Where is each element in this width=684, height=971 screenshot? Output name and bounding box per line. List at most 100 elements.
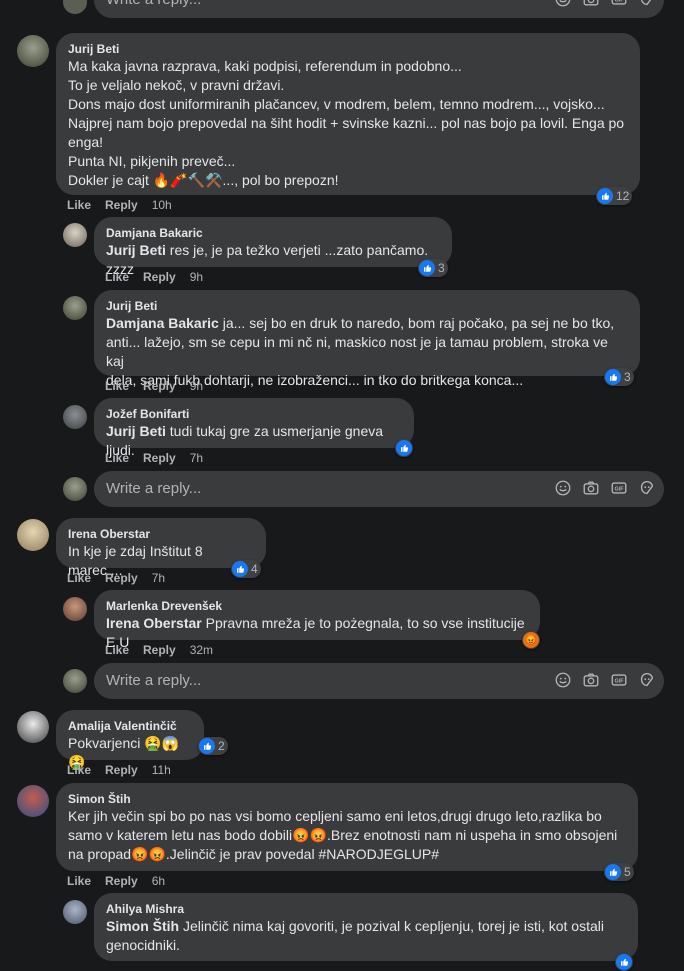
timestamp[interactable]: 9h [190,379,203,393]
angry-reaction-icon: 😡 [523,632,539,648]
emoji-icon[interactable] [554,0,572,8]
comment-actions: Like Reply 10h [67,198,186,212]
camera-icon[interactable] [582,671,600,689]
reply-author[interactable]: Jožef Bonifarti [106,406,402,422]
reply-text-line: anti... lažejo, sm se cepu in mi nč ni, … [106,334,612,369]
current-user-avatar [63,0,87,14]
like-reaction-icon [605,369,621,385]
reaction-count[interactable] [395,439,413,457]
like-button[interactable]: Like [67,571,91,585]
comment-actions: Like Reply 7h [67,571,179,585]
current-user-avatar [63,477,87,501]
reaction-count[interactable]: 2 [198,737,228,755]
avatar-amalija-valentincic[interactable] [17,711,49,743]
reaction-count[interactable]: 3 [418,259,448,277]
comment-author[interactable]: Irena Oberstar [68,526,254,542]
reply-button[interactable]: Reply [143,643,176,657]
reaction-count[interactable]: 3 [604,368,634,386]
sticker-icon[interactable] [638,671,656,689]
like-reaction-icon [419,260,435,276]
comment-bubble: Simon Štih Ker jih večin spi bo po nas v… [56,783,638,871]
timestamp[interactable]: 9h [190,270,203,284]
reply-input[interactable]: Write a reply... [94,663,664,699]
reply-author[interactable]: Damjana Bakaric [106,225,440,241]
reply-button[interactable]: Reply [105,874,138,888]
like-reaction-icon [232,561,248,577]
avatar-irena-oberstar[interactable] [17,519,49,551]
emoji-icon[interactable] [554,671,572,689]
like-button[interactable]: Like [67,763,91,777]
comment-author[interactable]: Jurij Beti [68,41,628,57]
timestamp[interactable]: 32m [190,643,213,657]
comment-text-line: na propad😡😡.Jelinčič je prav povedal #NA… [68,846,440,862]
timestamp[interactable]: 7h [190,451,203,465]
camera-icon[interactable] [582,479,600,497]
like-button[interactable]: Like [105,270,129,284]
like-button[interactable]: Like [105,379,129,393]
avatar-marlenka-drevensek[interactable] [63,597,87,621]
camera-icon[interactable] [582,0,600,8]
reply-input[interactable]: Write a reply... [94,471,664,507]
reply-button[interactable]: Reply [105,763,138,777]
reply-placeholder: Write a reply... [106,672,202,689]
reply-button[interactable]: Reply [143,451,176,465]
comment-text-line: enga! [68,134,104,150]
reply-text-line: genocidniki. [106,937,180,953]
avatar-jurij-beti[interactable] [63,296,87,320]
comment-author[interactable]: Simon Štih [68,791,626,807]
reaction-count[interactable]: 4 [231,560,261,578]
avatar-jozef-bonifarti[interactable] [63,405,87,429]
mention[interactable]: Jurij Beti [106,423,166,439]
reaction-count[interactable] [615,953,633,971]
reaction-count[interactable]: 😡 [522,631,540,649]
current-user-avatar [63,669,87,693]
reaction-count[interactable]: 5 [604,863,634,881]
timestamp[interactable]: 6h [152,874,165,888]
sticker-icon[interactable] [638,479,656,497]
gif-icon[interactable] [610,671,628,689]
timestamp[interactable]: 7h [152,571,165,585]
reply-author[interactable]: Ahilya Mishra [106,901,626,917]
reaction-count[interactable]: 12 [596,187,633,205]
like-button[interactable]: Like [67,198,91,212]
like-button[interactable]: Like [105,451,129,465]
mention[interactable]: Damjana Bakaric [106,315,219,331]
timestamp[interactable]: 10h [152,198,172,212]
like-reaction-icon [199,738,215,754]
comment-text-line: samo v katerem letu nas bodo dobili😡😡.Br… [68,827,618,843]
reply-actions: Like Reply 9h [105,270,217,284]
reply-placeholder: Write a reply... [106,0,201,8]
mention[interactable]: Simon Štih [106,918,179,934]
reply-author[interactable]: Jurij Beti [106,298,628,314]
reply-author[interactable]: Marlenka Drevenšek [106,598,528,614]
like-reaction-icon [605,864,621,880]
avatar-damjana-bakaric[interactable] [63,223,87,247]
sticker-icon[interactable] [638,0,656,8]
avatar-jurij-beti[interactable] [17,35,49,67]
gif-icon[interactable] [610,479,628,497]
avatar-ahilya-mishra[interactable] [63,900,87,924]
reply-button[interactable]: Reply [105,198,138,212]
gif-icon[interactable] [610,0,628,8]
avatar-simon-stih[interactable] [17,785,49,817]
comment-text-line: Ma kaka javna razprava, kaki podpisi, re… [68,58,462,74]
timestamp[interactable]: 11h [152,763,171,777]
comment-text-line: Dokler je cajt 🔥🧨🔨⚒️..., pol bo prepozn! [68,172,339,188]
mention[interactable]: Irena Oberstar [106,615,202,631]
reply-text: ja... sej bo en druk to naredo, bom raj … [218,315,615,331]
like-reaction-icon [597,188,613,204]
reply-actions: Like Reply 9h [105,379,217,393]
reply-button[interactable]: Reply [105,571,138,585]
mention[interactable]: Jurij Beti [106,242,166,258]
reply-button[interactable]: Reply [143,379,176,393]
reply-bubble: Damjana Bakaric Jurij Beti res je, je pa… [94,217,452,277]
reply-input[interactable]: Write a reply... [94,0,664,18]
comment-text-line: Dons majo dost uniformiranih plačancev, … [68,96,605,112]
reply-actions: Like Reply 32m [105,643,227,657]
emoji-icon[interactable] [554,479,572,497]
comment-author[interactable]: Amalija Valentinčič [68,718,192,734]
reply-button[interactable]: Reply [143,270,176,284]
comment-bubble: Jurij Beti Ma kaka javna razprava, kaki … [56,33,640,195]
like-button[interactable]: Like [105,643,129,657]
like-button[interactable]: Like [67,874,91,888]
